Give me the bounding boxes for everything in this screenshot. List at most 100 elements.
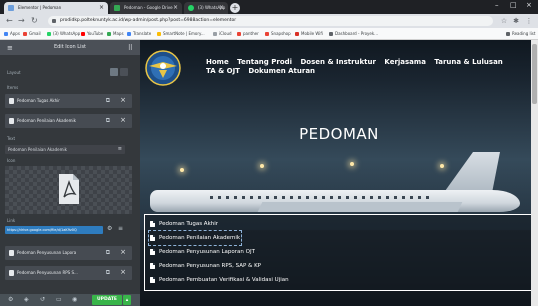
url-text: prodidkp.polteknuntyk.ac.id/wp-admin/pos… [60, 18, 237, 23]
maximize-button[interactable]: □ [510, 1, 517, 9]
bookmark-label: (3) WhatsApp [53, 31, 81, 36]
responsive-mode-icon[interactable]: ▭ [56, 296, 62, 303]
settings-icon[interactable]: ⚙ [8, 296, 13, 303]
history-icon[interactable]: ↺ [40, 296, 45, 303]
translate-icon [127, 32, 131, 36]
bookmark-icloud[interactable]: iCloud [212, 28, 232, 40]
bookmark-panther[interactable]: panther [236, 28, 259, 40]
document-icon [9, 270, 14, 276]
bookmark-translate[interactable]: Translate [126, 28, 151, 40]
lock-icon [52, 19, 56, 23]
close-icon[interactable]: × [99, 2, 104, 14]
repeater-item[interactable]: Pedoman Penyusunan RPS S... ⧉ × [5, 266, 132, 280]
bookmark-apps[interactable]: Apps [3, 28, 20, 40]
bookmark-label: Maps [113, 31, 124, 36]
list-item[interactable]: Pedoman Tugas Akhir [150, 218, 218, 230]
document-icon [9, 98, 14, 104]
nav-tentang-prodi[interactable]: Tentang Prodi [237, 58, 292, 66]
nav-dosen-instruktur[interactable]: Dosen & Instruktur [300, 58, 375, 66]
list-item[interactable]: Pedoman Penyusunan Laporan OJT [150, 246, 255, 258]
preview-eye-icon[interactable]: ◉ [72, 296, 77, 303]
remove-icon[interactable]: × [120, 248, 126, 256]
nav-kerjasama[interactable]: Kerjasama [384, 58, 426, 66]
elementor-panel: ≡ Edit Icon List ⠿ Layout Items Pedoman … [0, 40, 140, 306]
page-scrollbar[interactable] [531, 40, 538, 306]
bookmark-youtube[interactable]: YouTube [80, 28, 103, 40]
close-window-button[interactable]: × [526, 1, 532, 9]
repeater-item[interactable]: Pedoman Tugas Akhir ⧉ × [5, 94, 132, 108]
dynamic-tags-icon[interactable]: ≡ [118, 145, 122, 154]
minimize-button[interactable]: – [495, 1, 499, 9]
nav-ta-ojt[interactable]: TA & OJT [206, 67, 240, 75]
extensions-icon[interactable]: ✱ [512, 17, 520, 25]
repeater-item[interactable]: Pedoman Penyusunan Lapora ⧉ × [5, 246, 132, 260]
gear-icon[interactable]: ⚙ [107, 225, 112, 232]
nav-home[interactable]: Home [206, 58, 229, 66]
institution-logo-icon[interactable] [145, 50, 181, 86]
icon-picker[interactable] [5, 166, 132, 214]
repeater-item-label: Pedoman Tugas Akhir [17, 98, 60, 103]
menu-dots-icon[interactable]: ⋮ [525, 17, 533, 25]
remove-icon[interactable]: × [120, 268, 126, 276]
tab-label: Pedoman - Google Drive [124, 5, 173, 10]
address-bar[interactable]: prodidkp.polteknuntyk.ac.id/wp-admin/pos… [48, 16, 493, 26]
whatsapp-icon [47, 32, 51, 36]
list-item-label: Pedoman Penyusunan Laporan OJT [159, 249, 255, 255]
new-tab-button[interactable]: + [230, 3, 240, 13]
file-icon [150, 263, 155, 269]
close-icon[interactable]: × [173, 2, 178, 14]
nav-taruna-lulusan[interactable]: Taruna & Lulusan [434, 58, 502, 66]
chevron-up-icon[interactable]: ▴ [123, 295, 131, 305]
bookmark-smartnote[interactable]: SmartNote | Emory... [156, 28, 205, 40]
bookmark-maps[interactable]: Maps [106, 28, 124, 40]
forward-arrow-icon[interactable]: → [18, 16, 25, 26]
nav-dokumen-aturan[interactable]: Dokumen Aturan [248, 67, 315, 75]
star-icon[interactable]: ☆ [500, 17, 508, 25]
text-field[interactable]: Pedoman Penilaian Akademik ≡ [5, 145, 125, 154]
remove-icon[interactable]: × [120, 116, 126, 124]
browser-tab-whatsapp[interactable]: (3) WhatsApp × [184, 2, 228, 14]
scrollbar-thumb[interactable] [532, 44, 537, 104]
repeater-item-label: Pedoman Penyusunan RPS S... [17, 270, 78, 275]
remove-icon[interactable]: × [120, 96, 126, 104]
file-icon [150, 235, 155, 241]
list-item[interactable]: Pedoman Penilaian Akademik [147, 230, 243, 246]
browser-tab-strip: Elementor | Pedoman × Pedoman - Google D… [0, 0, 538, 14]
dynamic-tags-icon[interactable]: ≡ [118, 225, 123, 232]
browser-tab-elementor[interactable]: Elementor | Pedoman × [4, 2, 108, 14]
navigator-icon[interactable]: ◈ [24, 296, 29, 303]
list-item-label: Pedoman Tugas Akhir [159, 221, 219, 227]
repeater-item-active[interactable]: Pedoman Penilaian Akademik ⧉ × [5, 114, 132, 128]
list-item[interactable]: Pedoman Penyusunan RPS, SAP & KP [150, 260, 261, 272]
duplicate-icon[interactable]: ⧉ [106, 249, 110, 257]
list-item-label: Pedoman Penilaian Akademik [159, 235, 241, 241]
link-field[interactable]: https://drive.google.com/file/d/1aK9z0Q [5, 226, 103, 234]
bookmark-mobile-wifi[interactable]: Mobile Wifi [294, 28, 323, 40]
back-arrow-icon[interactable]: ← [6, 16, 13, 26]
update-button[interactable]: UPDATE [92, 295, 122, 305]
layout-inline-button[interactable] [120, 68, 128, 76]
bookmark-gmail[interactable]: Gmail [22, 28, 41, 40]
snapshop-icon [265, 32, 269, 36]
bookmark-whatsapp[interactable]: (3) WhatsApp [46, 28, 80, 40]
hangar-light [350, 162, 354, 166]
duplicate-icon[interactable]: ⧉ [106, 269, 110, 277]
widgets-grid-icon[interactable]: ⠿ [128, 44, 133, 52]
list-item[interactable]: Pedoman Pembuatan Verifikasi & Validasi … [150, 274, 289, 286]
layout-default-button[interactable] [110, 68, 118, 76]
items-label: Items [7, 85, 19, 90]
bookmark-snapshop[interactable]: Snapshop [264, 28, 291, 40]
reading-list-icon [506, 32, 510, 36]
hangar-light [260, 164, 264, 168]
browser-tab-google-drive[interactable]: Pedoman - Google Drive × [110, 2, 182, 14]
duplicate-icon[interactable]: ⧉ [106, 117, 110, 125]
duplicate-icon[interactable]: ⧉ [106, 97, 110, 105]
bookmark-dashboard[interactable]: Dashboard - Proyek... [328, 28, 378, 40]
close-icon[interactable]: × [219, 2, 224, 14]
pdf-file-icon [58, 174, 79, 204]
reload-icon[interactable]: ↻ [31, 16, 38, 26]
repeater-item-label: Pedoman Penyusunan Lapora [17, 250, 77, 255]
reading-list[interactable]: Reading list [505, 28, 535, 40]
file-icon [150, 221, 155, 227]
wifi-icon [295, 32, 299, 36]
